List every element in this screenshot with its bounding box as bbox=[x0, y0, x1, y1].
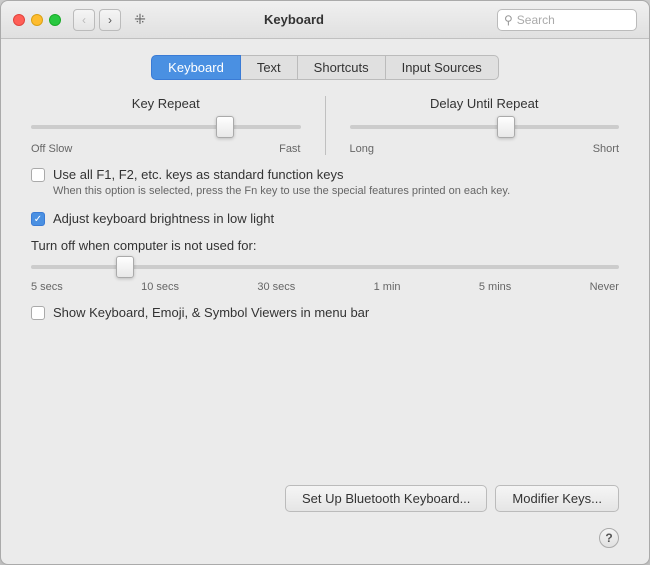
delay-repeat-thumb[interactable] bbox=[497, 116, 515, 138]
auto-off-label: Turn off when computer is not used for: bbox=[31, 238, 619, 253]
auto-off-label-3: 1 min bbox=[374, 281, 401, 293]
help-button[interactable]: ? bbox=[599, 528, 619, 548]
traffic-lights bbox=[13, 14, 61, 26]
auto-off-label-0: 5 secs bbox=[31, 281, 63, 293]
key-repeat-max: Fast bbox=[279, 143, 300, 155]
menu-bar-label: Show Keyboard, Emoji, & Symbol Viewers i… bbox=[53, 305, 369, 320]
key-repeat-group: Key Repeat Off Slow Fast bbox=[31, 96, 301, 155]
titlebar: ‹ › ⁜ Keyboard ⚲ bbox=[1, 1, 649, 39]
modifier-keys-button[interactable]: Modifier Keys... bbox=[495, 485, 619, 512]
tab-text[interactable]: Text bbox=[241, 55, 298, 80]
key-repeat-slider-container bbox=[31, 117, 301, 137]
tab-input-sources[interactable]: Input Sources bbox=[386, 55, 499, 80]
bluetooth-keyboard-button[interactable]: Set Up Bluetooth Keyboard... bbox=[285, 485, 487, 512]
tab-keyboard[interactable]: Keyboard bbox=[151, 55, 241, 80]
search-box[interactable]: ⚲ bbox=[497, 9, 637, 31]
content-area: Keyboard Text Shortcuts Input Sources Ke… bbox=[1, 39, 649, 564]
delay-repeat-max: Short bbox=[593, 143, 619, 155]
delay-repeat-label: Delay Until Repeat bbox=[430, 96, 538, 111]
key-repeat-track bbox=[31, 125, 301, 129]
search-icon: ⚲ bbox=[504, 13, 513, 27]
fn-keys-desc: When this option is selected, press the … bbox=[53, 184, 510, 199]
brightness-label: Adjust keyboard brightness in low light bbox=[53, 211, 274, 226]
brightness-checkbox[interactable]: ✓ bbox=[31, 212, 45, 226]
key-repeat-min: Off Slow bbox=[31, 143, 72, 155]
auto-off-label-1: 10 secs bbox=[141, 281, 179, 293]
fn-keys-row: Use all F1, F2, etc. keys as standard fu… bbox=[21, 167, 629, 199]
menu-bar-row: Show Keyboard, Emoji, & Symbol Viewers i… bbox=[21, 305, 629, 320]
close-button[interactable] bbox=[13, 14, 25, 26]
auto-off-label-4: 5 mins bbox=[479, 281, 511, 293]
delay-repeat-min: Long bbox=[350, 143, 374, 155]
help-container: ? bbox=[21, 528, 629, 548]
window-title: Keyboard bbox=[91, 12, 497, 27]
auto-off-label-2: 30 secs bbox=[257, 281, 295, 293]
bottom-buttons: Set Up Bluetooth Keyboard... Modifier Ke… bbox=[21, 477, 629, 516]
fn-keys-label: Use all F1, F2, etc. keys as standard fu… bbox=[53, 167, 510, 182]
key-repeat-thumb[interactable] bbox=[216, 116, 234, 138]
tab-shortcuts[interactable]: Shortcuts bbox=[298, 55, 386, 80]
delay-repeat-group: Delay Until Repeat Long Short bbox=[350, 96, 620, 155]
auto-off-thumb[interactable] bbox=[116, 256, 134, 278]
delay-repeat-range: Long Short bbox=[350, 143, 620, 155]
auto-off-range: 5 secs 10 secs 30 secs 1 min 5 mins Neve… bbox=[31, 281, 619, 293]
key-repeat-label: Key Repeat bbox=[132, 96, 200, 111]
minimize-button[interactable] bbox=[31, 14, 43, 26]
maximize-button[interactable] bbox=[49, 14, 61, 26]
key-repeat-range: Off Slow Fast bbox=[31, 143, 301, 155]
fn-keys-checkbox[interactable] bbox=[31, 168, 45, 182]
delay-repeat-track bbox=[350, 125, 620, 129]
keyboard-window: ‹ › ⁜ Keyboard ⚲ Keyboard Text Shortcuts… bbox=[0, 0, 650, 565]
brightness-row: ✓ Adjust keyboard brightness in low ligh… bbox=[21, 211, 629, 226]
slider-divider bbox=[325, 96, 326, 155]
auto-off-label-5: Never bbox=[590, 281, 619, 293]
delay-repeat-slider-container bbox=[350, 117, 620, 137]
sliders-row: Key Repeat Off Slow Fast Delay Until Rep… bbox=[21, 96, 629, 155]
auto-off-section: Turn off when computer is not used for: … bbox=[21, 238, 629, 293]
search-input[interactable] bbox=[517, 13, 617, 27]
fn-keys-content: Use all F1, F2, etc. keys as standard fu… bbox=[53, 167, 510, 199]
auto-off-track bbox=[31, 265, 619, 269]
menu-bar-checkbox[interactable] bbox=[31, 306, 45, 320]
tabs: Keyboard Text Shortcuts Input Sources bbox=[21, 55, 629, 80]
